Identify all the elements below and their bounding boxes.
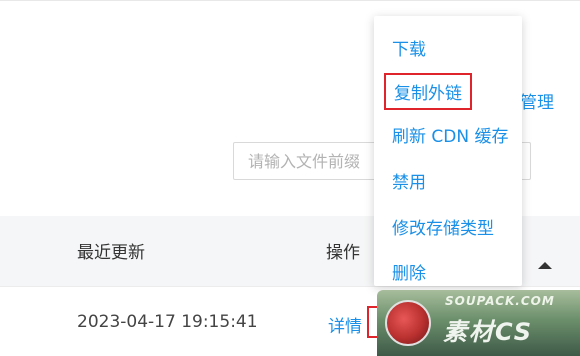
column-header-actions: 操作 <box>326 243 360 263</box>
manage-link[interactable]: 管理 <box>520 88 554 113</box>
watermark-url: SOUPACK.COM <box>445 294 555 308</box>
menu-item-copy-link[interactable]: 复制外链 <box>384 73 472 110</box>
detail-link[interactable]: 详情 <box>328 312 362 337</box>
menu-item-download[interactable]: 下载 <box>392 35 426 60</box>
menu-item-delete[interactable]: 删除 <box>392 259 426 284</box>
caret-up-icon <box>538 262 552 269</box>
more-dropdown-menu: 下载 复制外链 刷新 CDN 缓存 禁用 修改存储类型 删除 <box>374 16 522 286</box>
top-divider <box>0 0 580 1</box>
row-divider <box>0 286 580 287</box>
watermark-name: 素材CS <box>443 318 534 346</box>
watermark-logo-icon <box>385 300 431 346</box>
menu-item-disable[interactable]: 禁用 <box>392 168 426 193</box>
menu-item-refresh-cdn[interactable]: 刷新 CDN 缓存 <box>392 122 509 147</box>
watermark: SOUPACK.COM 素材CS <box>377 290 580 356</box>
menu-item-change-storage-type[interactable]: 修改存储类型 <box>392 214 494 239</box>
last-updated-cell: 2023-04-17 19:15:41 <box>77 312 258 332</box>
column-header-last-updated: 最近更新 <box>77 243 145 263</box>
